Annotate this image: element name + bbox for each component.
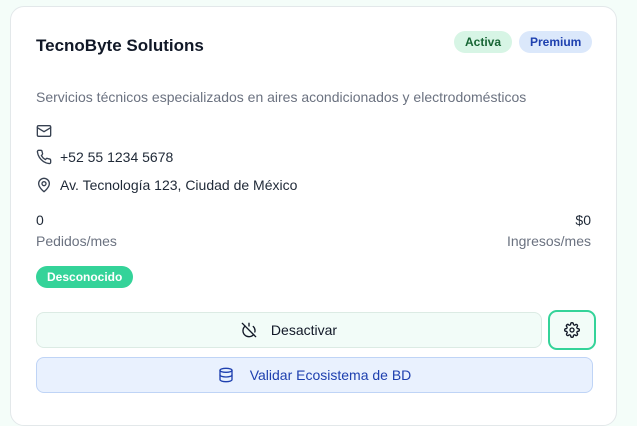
revenue-value: $0 [575,212,591,228]
company-card: TecnoByte Solutions Activa Premium Servi… [10,6,617,426]
revenue-label: Ingresos/mes [506,233,591,249]
address-text: Av. Tecnología 123, Ciudad de México [60,177,298,193]
phone-icon [36,149,52,165]
deactivate-label: Desactivar [270,322,338,338]
settings-button[interactable] [548,310,596,350]
power-off-icon [241,322,257,338]
status-badge: Activa [454,31,513,53]
company-title: TecnoByte Solutions [36,36,204,55]
tier-badge: Premium [519,31,593,53]
contact-phone: +52 55 1234 5678 [36,148,173,166]
orders-value: 0 [36,212,44,228]
validate-label: Validar Ecosistema de BD [249,367,412,383]
map-pin-icon [38,177,50,193]
contact-email [36,122,60,140]
database-icon [219,367,233,383]
deactivate-button[interactable]: Desactivar [36,312,542,348]
ecosystem-status-badge: Desconocido [36,266,134,288]
validate-ecosystem-button[interactable]: Validar Ecosistema de BD [36,357,593,393]
mail-icon [36,125,52,137]
phone-text: +52 55 1234 5678 [60,149,174,165]
contact-address: Av. Tecnología 123, Ciudad de México [36,176,297,194]
company-description: Servicios técnicos especializados en air… [36,89,527,105]
orders-label: Pedidos/mes [36,233,117,249]
gear-icon [564,322,580,338]
